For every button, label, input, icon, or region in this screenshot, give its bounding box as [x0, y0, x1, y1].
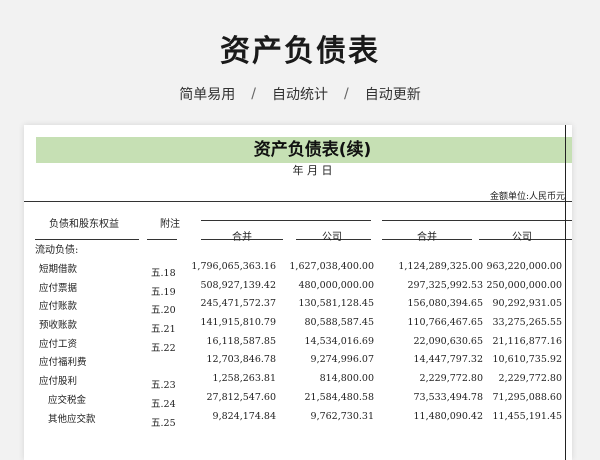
amount-cell: 814,800.00	[319, 373, 374, 384]
header-col-company: 公司	[512, 232, 532, 243]
amount-cell: 9,274,996.07	[310, 354, 374, 365]
table-row: 应付票据 五.19 508,927,139.42 480,000,000.00 297,…	[24, 280, 572, 298]
table-row: 应付工资 五.22 16,118,587.85 14,534,016.69 22,090…	[24, 336, 572, 354]
row-label: 短期借款	[39, 264, 78, 275]
header-note: 附注	[160, 219, 180, 230]
amount-cell: 16,118,587.85	[206, 336, 276, 347]
header-col-consolidated: 合并	[232, 232, 252, 243]
amount-cell: 33,275,265.55	[492, 317, 562, 328]
group-rule-2	[382, 220, 572, 221]
amount-cell: 141,915,810.79	[200, 317, 276, 328]
amount-cell: 14,534,016.69	[304, 336, 374, 347]
row-note: 五.18	[151, 268, 176, 279]
table-row: 应交税金 五.24 27,812,547.60 21,584,480.58 73,533…	[24, 392, 572, 410]
amount-cell: 71,295,088.60	[492, 392, 562, 403]
header-col-consolidated: 合并	[417, 232, 437, 243]
row-note: 五.19	[151, 287, 176, 298]
sheet-title: 资产负债表(续)	[36, 137, 572, 163]
amount-cell: 21,584,480.58	[304, 392, 374, 403]
amount-cell: 80,588,587.45	[304, 317, 374, 328]
amount-cell: 9,762,730.31	[310, 411, 374, 422]
row-note: 五.24	[151, 399, 176, 410]
amount-cell: 130,581,128.45	[298, 298, 374, 309]
separator: /	[251, 86, 256, 102]
page-title: 资产负债表	[220, 34, 380, 69]
amount-cell: 10,610,735.92	[492, 354, 562, 365]
amount-cell: 1,258,263.81	[212, 373, 276, 384]
amount-cell: 250,000,000.00	[486, 280, 562, 291]
table-row: 短期借款 五.18 1,796,065,363.16 1,627,038,400.00…	[24, 261, 572, 279]
row-label: 其他应交款	[48, 414, 96, 425]
amount-cell: 21,116,877.16	[492, 336, 562, 347]
table-row: 应付股利 五.23 1,258,263.81 814,800.00 2,229,772.…	[24, 373, 572, 391]
amount-cell: 90,292,931.05	[492, 298, 562, 309]
header-col-company: 公司	[322, 232, 342, 243]
date-label: 年 月 日	[292, 164, 333, 177]
amount-cell: 1,627,038,400.00	[289, 261, 374, 272]
amount-cell: 2,229,772.80	[498, 373, 562, 384]
row-label: 应付账款	[39, 301, 78, 312]
feature-item: 自动统计	[272, 87, 328, 103]
amount-cell: 11,455,191.45	[492, 411, 562, 422]
amount-cell: 963,220,000.00	[486, 261, 562, 272]
right-border	[565, 125, 566, 460]
header-bottom-rule-item	[35, 239, 139, 240]
row-label: 应交税金	[48, 395, 87, 406]
amount-cell: 245,471,572.37	[200, 298, 276, 309]
row-note: 五.23	[151, 380, 176, 391]
row-label: 应付股利	[39, 376, 78, 387]
row-note: 五.25	[151, 418, 176, 429]
separator: /	[344, 86, 349, 102]
table-row: 预收账款 五.21 141,915,810.79 80,588,587.45 110,7…	[24, 317, 572, 335]
row-label: 预收账款	[39, 320, 78, 331]
table-row: 应付账款 五.20 245,471,572.37 130,581,128.45 156,…	[24, 298, 572, 316]
row-label: 应付票据	[39, 283, 78, 294]
row-note: 五.20	[151, 305, 176, 316]
feature-item: 自动更新	[364, 87, 421, 103]
header-bottom-rule-note	[147, 239, 177, 240]
row-label: 应付工资	[39, 339, 78, 350]
table-row: 其他应交款 五.25 9,824,174.84 9,762,730.31 11,480,…	[24, 411, 572, 429]
spreadsheet-preview: 资产负债表(续) 年 月 日 金额单位:人民币元 负债和股东权益 附注 合并 公…	[24, 125, 572, 460]
group-rule-1	[201, 220, 371, 221]
table-row: 应付福利费 12,703,846.78 9,274,996.07 14,447,797…	[24, 354, 572, 370]
amount-cell: 27,812,547.60	[206, 392, 276, 403]
feature-tagline: 简单易用 / 自动统计 / 自动更新	[0, 84, 600, 104]
amount-cell: 12,703,846.78	[206, 354, 276, 365]
row-note: 五.22	[151, 343, 176, 354]
header-item: 负债和股东权益	[49, 219, 119, 230]
amount-cell: 1,796,065,363.16	[191, 261, 276, 272]
header-top-rule	[24, 201, 572, 202]
row-note: 五.21	[151, 324, 176, 335]
section-label: 流动负债:	[35, 245, 79, 256]
amount-cell: 9,824,174.84	[212, 411, 276, 422]
amount-cell: 480,000,000.00	[298, 280, 374, 291]
row-label: 应付福利费	[39, 357, 87, 368]
feature-item: 简单易用	[179, 87, 236, 103]
amount-cell: 508,927,139.42	[200, 280, 276, 291]
